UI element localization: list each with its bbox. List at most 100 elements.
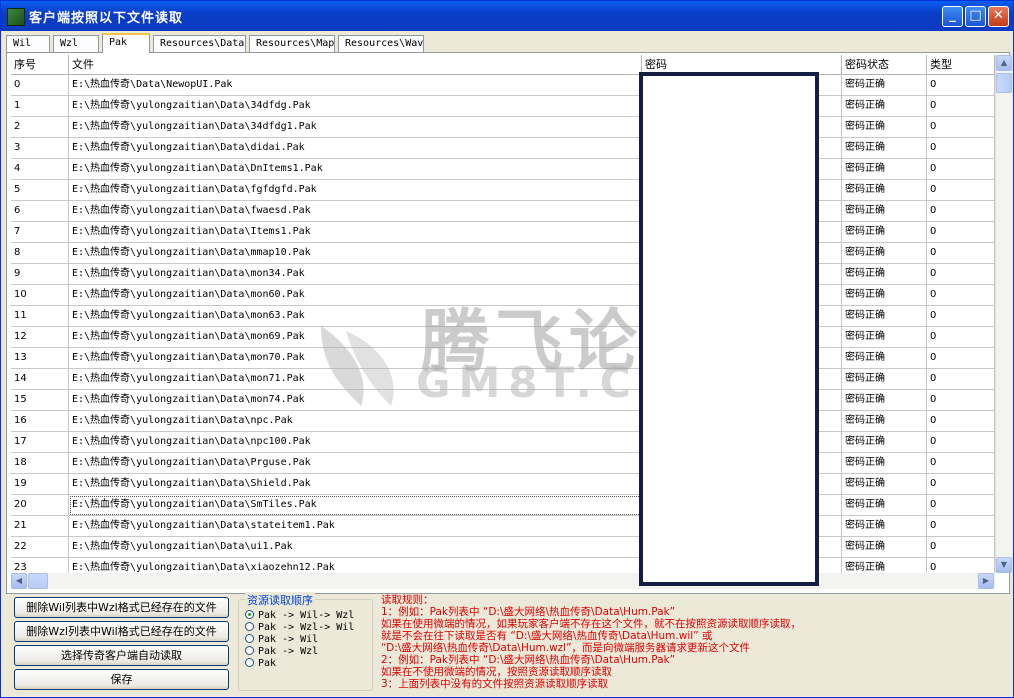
table-row[interactable]: 10 E:\热血传奇\yulongzaitian\Data\mon60.Pak 密码… (11, 285, 995, 306)
cell-password-status[interactable]: 密码正确 (842, 201, 927, 222)
cell-file[interactable]: E:\热血传奇\yulongzaitian\Data\Prguse.Pak (69, 453, 642, 474)
tab-resources-data[interactable]: Resources\Data (153, 35, 246, 52)
column-header-password-status[interactable]: 密码状态 (842, 55, 927, 75)
cell-password-status[interactable]: 密码正确 (842, 453, 927, 474)
cell-type[interactable]: 0 (927, 306, 995, 327)
cell-file[interactable]: E:\热血传奇\yulongzaitian\Data\DnItems1.Pak (69, 159, 642, 180)
cell-file[interactable]: E:\热血传奇\yulongzaitian\Data\didai.Pak (69, 138, 642, 159)
scroll-down-button[interactable]: ▼ (996, 557, 1012, 573)
maximize-button[interactable]: □ (965, 6, 986, 27)
cell-index[interactable]: 0 (11, 75, 69, 96)
cell-file[interactable]: E:\热血传奇\yulongzaitian\Data\mon34.Pak (69, 264, 642, 285)
cell-index[interactable]: 18 (11, 453, 69, 474)
cell-file[interactable]: E:\热血传奇\yulongzaitian\Data\ui1.Pak (69, 537, 642, 558)
table-row[interactable]: 19 E:\热血传奇\yulongzaitian\Data\Shield.Pak 密… (11, 474, 995, 495)
cell-index[interactable]: 15 (11, 390, 69, 411)
vertical-scroll-thumb[interactable] (996, 73, 1012, 93)
table-row[interactable]: 17 E:\热血传奇\yulongzaitian\Data\npc100.Pak 密… (11, 432, 995, 453)
radio-button-icon[interactable] (245, 622, 254, 631)
table-row[interactable]: 14 E:\热血传奇\yulongzaitian\Data\mon71.Pak 密码… (11, 369, 995, 390)
file-table[interactable]: 序号 文件 密码 密码状态 类型 0 E:\热血传奇\Data\NewopUI.P… (11, 55, 995, 573)
table-row[interactable]: 4 E:\热血传奇\yulongzaitian\Data\DnItems1.Pak… (11, 159, 995, 180)
cell-type[interactable]: 0 (927, 348, 995, 369)
cell-password-status[interactable]: 密码正确 (842, 96, 927, 117)
cell-password-status[interactable]: 密码正确 (842, 474, 927, 495)
table-row[interactable]: 3 E:\热血传奇\yulongzaitian\Data\didai.Pak 密码正… (11, 138, 995, 159)
radio-button-icon[interactable] (245, 610, 254, 619)
cell-type[interactable]: 0 (927, 516, 995, 537)
cell-type[interactable]: 0 (927, 432, 995, 453)
cell-index[interactable]: 20 (11, 495, 69, 516)
table-row[interactable]: 11 E:\热血传奇\yulongzaitian\Data\mon63.Pak 密码… (11, 306, 995, 327)
radio-option[interactable]: Pak (245, 658, 276, 670)
cell-password-status[interactable]: 密码正确 (842, 495, 927, 516)
cell-index[interactable]: 6 (11, 201, 69, 222)
table-row[interactable]: 21 E:\热血传奇\yulongzaitian\Data\stateitem1.… (11, 516, 995, 537)
cell-index[interactable]: 22 (11, 537, 69, 558)
cell-index[interactable]: 12 (11, 327, 69, 348)
cell-index[interactable]: 3 (11, 138, 69, 159)
cell-password-status[interactable]: 密码正确 (842, 411, 927, 432)
cell-file[interactable]: E:\热血传奇\yulongzaitian\Data\stateitem1.Pa… (69, 516, 642, 537)
table-row[interactable]: 23 E:\热血传奇\yulongzaitian\Data\xiaozehn12.… (11, 558, 995, 573)
cell-password-status[interactable]: 密码正确 (842, 537, 927, 558)
table-row[interactable]: 2 E:\热血传奇\yulongzaitian\Data\34dfdg1.Pak 密… (11, 117, 995, 138)
cell-type[interactable]: 0 (927, 411, 995, 432)
cell-file[interactable]: E:\热血传奇\yulongzaitian\Data\SmTiles.Pak (69, 495, 642, 516)
cell-index[interactable]: 5 (11, 180, 69, 201)
cell-type[interactable]: 0 (927, 327, 995, 348)
save-button[interactable]: 保存 (14, 669, 229, 690)
cell-type[interactable]: 0 (927, 117, 995, 138)
cell-type[interactable]: 0 (927, 390, 995, 411)
table-row[interactable]: 9 E:\热血传奇\yulongzaitian\Data\mon34.Pak 密码正… (11, 264, 995, 285)
cell-file[interactable]: E:\热血传奇\yulongzaitian\Data\mmap10.Pak (69, 243, 642, 264)
scroll-up-button[interactable]: ▲ (996, 55, 1012, 71)
cell-file[interactable]: E:\热血传奇\yulongzaitian\Data\mon63.Pak (69, 306, 642, 327)
cell-file[interactable]: E:\热血传奇\yulongzaitian\Data\fgfdgfd.Pak (69, 180, 642, 201)
table-row[interactable]: 13 E:\热血传奇\yulongzaitian\Data\mon70.Pak 密码… (11, 348, 995, 369)
table-row[interactable]: 5 E:\热血传奇\yulongzaitian\Data\fgfdgfd.Pak 密… (11, 180, 995, 201)
cell-index[interactable]: 13 (11, 348, 69, 369)
cell-type[interactable]: 0 (927, 159, 995, 180)
radio-option[interactable]: Pak -> Wzl (245, 646, 318, 658)
cell-type[interactable]: 0 (927, 285, 995, 306)
cell-password-status[interactable]: 密码正确 (842, 264, 927, 285)
column-header-file[interactable]: 文件 (69, 55, 642, 75)
cell-index[interactable]: 10 (11, 285, 69, 306)
cell-password-status[interactable]: 密码正确 (842, 558, 927, 573)
cell-type[interactable]: 0 (927, 264, 995, 285)
radio-button-icon[interactable] (245, 658, 254, 667)
column-header-index[interactable]: 序号 (11, 55, 69, 75)
table-row[interactable]: 7 E:\热血传奇\yulongzaitian\Data\Items1.Pak 密码… (11, 222, 995, 243)
tab-resources-wav[interactable]: Resources\Wav (338, 35, 424, 52)
cell-type[interactable]: 0 (927, 96, 995, 117)
scroll-right-button[interactable]: ▶ (978, 573, 994, 589)
table-row[interactable]: 15 E:\热血传奇\yulongzaitian\Data\mon74.Pak 密码… (11, 390, 995, 411)
cell-index[interactable]: 8 (11, 243, 69, 264)
scroll-left-button[interactable]: ◀ (11, 573, 27, 589)
cell-type[interactable]: 0 (927, 474, 995, 495)
cell-type[interactable]: 0 (927, 222, 995, 243)
cell-index[interactable]: 7 (11, 222, 69, 243)
cell-file[interactable]: E:\热血传奇\yulongzaitian\Data\mon74.Pak (69, 390, 642, 411)
auto-read-client-button[interactable]: 选择传奇客户端自动读取 (14, 645, 229, 666)
cell-index[interactable]: 19 (11, 474, 69, 495)
cell-type[interactable]: 0 (927, 495, 995, 516)
cell-type[interactable]: 0 (927, 201, 995, 222)
tab-resources-map[interactable]: Resources\Map (249, 35, 335, 52)
table-row[interactable]: 16 E:\热血传奇\yulongzaitian\Data\npc.Pak 密码正确… (11, 411, 995, 432)
cell-password-status[interactable]: 密码正确 (842, 243, 927, 264)
cell-type[interactable]: 0 (927, 180, 995, 201)
cell-password-status[interactable]: 密码正确 (842, 327, 927, 348)
minimize-button[interactable]: _ (942, 6, 963, 27)
horizontal-scrollbar[interactable]: ◀ ▶ (11, 573, 995, 589)
cell-password-status[interactable]: 密码正确 (842, 306, 927, 327)
cell-index[interactable]: 14 (11, 369, 69, 390)
cell-file[interactable]: E:\热血传奇\yulongzaitian\Data\34dfdg.Pak (69, 96, 642, 117)
radio-option[interactable]: Pak -> Wzl-> Wil (245, 622, 354, 634)
table-row[interactable]: 8 E:\热血传奇\yulongzaitian\Data\mmap10.Pak 密码… (11, 243, 995, 264)
cell-index[interactable]: 16 (11, 411, 69, 432)
cell-file[interactable]: E:\热血传奇\yulongzaitian\Data\npc100.Pak (69, 432, 642, 453)
radio-option[interactable]: Pak -> Wil (245, 634, 318, 646)
tab-wil[interactable]: Wil (6, 35, 50, 52)
